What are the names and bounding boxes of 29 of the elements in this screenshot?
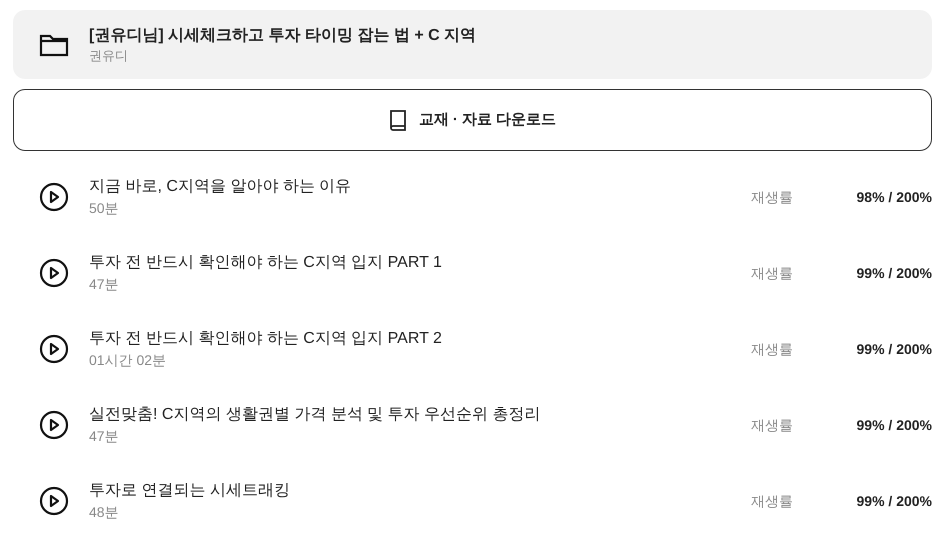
play-icon[interactable] (39, 258, 69, 288)
lesson-duration: 01시간 02분 (89, 351, 166, 370)
play-icon[interactable] (39, 486, 69, 516)
lesson-title[interactable]: 투자 전 반드시 확인해야 하는 C지역 입지 PART 1 (89, 252, 442, 274)
lesson-title[interactable]: 지금 바로, C지역을 알아야 하는 이유 (89, 176, 352, 198)
lesson-duration: 47분 (89, 275, 119, 294)
play-rate-value: 99% / 200% (856, 264, 932, 282)
play-rate-label: 재생률 (751, 492, 794, 510)
lesson-duration: 50분 (89, 199, 119, 218)
play-rate-label: 재생률 (751, 340, 794, 358)
lesson-title[interactable]: 투자 전 반드시 확인해야 하는 C지역 입지 PART 2 (89, 328, 442, 350)
course-title: [권유디님] 시세체크하고 투자 타이밍 잡는 법 + C 지역 (89, 26, 476, 46)
lesson-duration: 47분 (89, 427, 119, 446)
play-rate-value: 99% / 200% (856, 416, 932, 434)
lesson-duration: 48분 (89, 503, 119, 522)
download-button[interactable]: 교재 · 자료 다운로드 (13, 89, 932, 151)
instructor-name: 권유디 (89, 46, 129, 65)
play-icon[interactable] (39, 334, 69, 364)
lesson-title[interactable]: 실전맞춤! C지역의 생활권별 가격 분석 및 투자 우선순위 총정리 (89, 404, 541, 426)
play-rate-label: 재생률 (751, 188, 794, 206)
play-rate-value: 99% / 200% (856, 340, 932, 358)
play-icon[interactable] (39, 182, 69, 212)
play-icon[interactable] (39, 410, 69, 440)
book-icon (388, 109, 407, 132)
lesson-title[interactable]: 투자로 연결되는 시세트래킹 (89, 480, 290, 502)
play-rate-label: 재생률 (751, 264, 794, 282)
play-rate-value: 98% / 200% (856, 188, 932, 206)
play-rate-value: 99% / 200% (856, 492, 932, 510)
play-rate-label: 재생률 (751, 416, 794, 434)
